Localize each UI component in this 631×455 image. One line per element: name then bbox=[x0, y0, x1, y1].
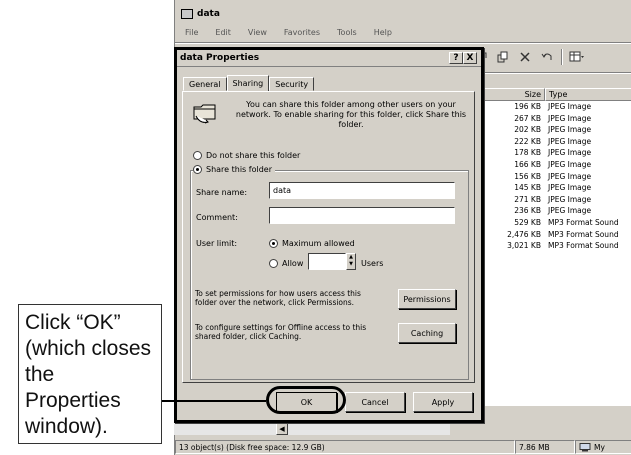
share-name-field[interactable]: data bbox=[269, 182, 455, 199]
file-type: JPEG Image bbox=[548, 125, 592, 135]
file-type: JPEG Image bbox=[548, 194, 592, 204]
file-type: JPEG Image bbox=[548, 206, 592, 216]
status-size: 7.86 MB bbox=[515, 440, 575, 454]
tab-strip: General Sharing Security bbox=[183, 75, 315, 91]
toolbar-separator bbox=[561, 49, 563, 65]
sharing-info-text: You can share this folder among other us… bbox=[235, 100, 467, 129]
allow-count-field[interactable] bbox=[308, 253, 346, 270]
permissions-text: To set permissions for how users access … bbox=[195, 289, 361, 307]
share-this-label: Share this folder bbox=[206, 165, 272, 174]
menu-bar: File Edit View Favorites Tools Help bbox=[175, 24, 631, 40]
properties-dialog: data Properties ? X General Sharing Secu… bbox=[174, 47, 484, 423]
menu-help[interactable]: Help bbox=[372, 27, 394, 38]
instruction-callout: Click “OK” (which closes the Properties … bbox=[18, 304, 162, 444]
allow-count-spinner[interactable]: ▲ ▼ bbox=[346, 253, 356, 270]
file-type: JPEG Image bbox=[548, 136, 592, 146]
status-location-label: My bbox=[594, 442, 605, 452]
folder-icon bbox=[181, 9, 193, 19]
copy-to-icon[interactable] bbox=[495, 49, 511, 65]
file-type: JPEG Image bbox=[548, 171, 592, 181]
caching-button[interactable]: Caching bbox=[398, 323, 456, 343]
file-type: JPEG Image bbox=[548, 159, 592, 169]
help-button[interactable]: ? bbox=[449, 52, 463, 64]
users-label: Users bbox=[361, 259, 384, 268]
maximum-allowed-label: Maximum allowed bbox=[282, 239, 355, 248]
tab-security[interactable]: Security bbox=[269, 77, 315, 91]
allow-option[interactable]: Allow bbox=[269, 259, 303, 268]
callout-leader-line bbox=[162, 400, 266, 402]
do-not-share-radio[interactable] bbox=[193, 151, 202, 160]
menu-edit[interactable]: Edit bbox=[213, 27, 233, 38]
do-not-share-option[interactable]: Do not share this folder bbox=[193, 151, 300, 160]
toolbar bbox=[473, 46, 585, 68]
allow-radio[interactable] bbox=[269, 259, 278, 268]
file-type: JPEG Image bbox=[548, 183, 592, 193]
views-icon[interactable] bbox=[569, 49, 585, 65]
menu-divider bbox=[175, 42, 631, 44]
file-type: MP3 Format Sound bbox=[548, 229, 619, 239]
allow-label: Allow bbox=[282, 259, 304, 268]
menu-file[interactable]: File bbox=[183, 27, 200, 38]
tab-general[interactable]: General bbox=[183, 77, 227, 91]
file-type: JPEG Image bbox=[548, 148, 592, 158]
sharing-panel: You can share this folder among other us… bbox=[182, 91, 475, 383]
caching-text: To configure settings for Offline access… bbox=[195, 323, 367, 341]
file-type: JPEG Image bbox=[548, 102, 592, 111]
menu-tools[interactable]: Tools bbox=[335, 27, 359, 38]
status-object-count: 13 object(s) (Disk free space: 12.9 GB) bbox=[175, 440, 515, 454]
maximum-allowed-radio[interactable] bbox=[269, 239, 278, 248]
file-type: JPEG Image bbox=[548, 113, 592, 123]
shared-folder-icon bbox=[193, 104, 216, 124]
share-this-option[interactable]: Share this folder bbox=[193, 165, 275, 174]
share-name-label: Share name: bbox=[196, 188, 248, 197]
permissions-button[interactable]: Permissions bbox=[398, 289, 456, 309]
user-limit-label: User limit: bbox=[196, 239, 238, 248]
share-settings-group bbox=[190, 170, 469, 380]
column-type[interactable]: Type bbox=[545, 88, 631, 101]
dialog-titlebar: data Properties ? X bbox=[177, 50, 481, 67]
file-type: MP3 Format Sound bbox=[548, 241, 619, 251]
do-not-share-label: Do not share this folder bbox=[206, 151, 301, 160]
horizontal-scrollbar[interactable]: ◀ bbox=[174, 422, 450, 435]
ok-highlight-oval bbox=[266, 386, 346, 414]
cancel-button[interactable]: Cancel bbox=[345, 392, 405, 412]
maximum-allowed-option[interactable]: Maximum allowed bbox=[269, 239, 355, 248]
menu-favorites[interactable]: Favorites bbox=[282, 27, 322, 38]
scroll-left-arrow-icon[interactable]: ◀ bbox=[276, 423, 288, 435]
menu-view[interactable]: View bbox=[246, 27, 269, 38]
close-button[interactable]: X bbox=[463, 52, 477, 64]
explorer-titlebar: data bbox=[175, 6, 631, 22]
file-type: MP3 Format Sound bbox=[548, 217, 619, 227]
comment-field[interactable] bbox=[269, 207, 455, 224]
status-location: My bbox=[575, 440, 631, 454]
status-bar: 13 object(s) (Disk free space: 12.9 GB) … bbox=[175, 439, 631, 455]
apply-button[interactable]: Apply bbox=[413, 392, 473, 412]
dialog-title: data Properties bbox=[180, 53, 260, 63]
explorer-title: data bbox=[197, 9, 220, 19]
undo-icon[interactable] bbox=[539, 49, 555, 65]
computer-icon bbox=[579, 442, 591, 451]
comment-label: Comment: bbox=[196, 213, 238, 222]
delete-icon[interactable] bbox=[517, 49, 533, 65]
tab-sharing[interactable]: Sharing bbox=[226, 75, 270, 91]
share-this-radio[interactable] bbox=[193, 165, 202, 174]
